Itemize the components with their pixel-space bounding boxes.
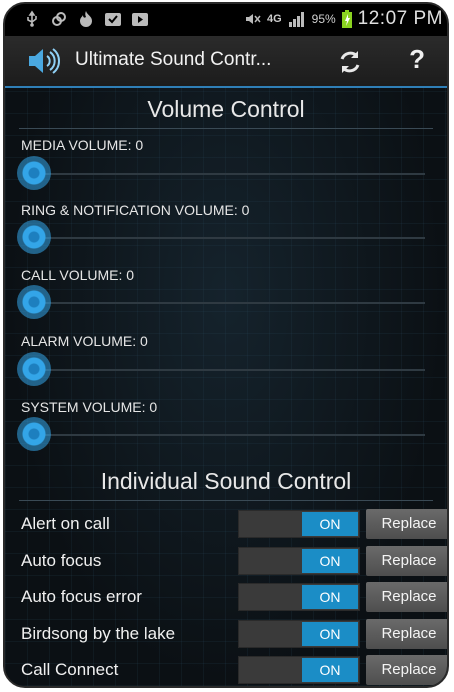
section-divider — [19, 128, 433, 129]
toggle-on-label: ON — [302, 658, 358, 682]
refresh-icon[interactable] — [335, 47, 365, 77]
notification-icons — [23, 10, 149, 28]
ring-volume-track[interactable] — [23, 237, 425, 239]
ring-volume-thumb[interactable] — [17, 220, 51, 254]
sound-name: Alert on call — [21, 514, 110, 533]
individual-sound-header: Individual Sound Control — [100, 468, 352, 494]
mute-icon — [245, 14, 261, 24]
alarm-volume-thumb[interactable] — [17, 352, 51, 386]
sound-toggle[interactable]: ON — [238, 656, 360, 684]
phone-screen: 4G 95% 12:07 PM Ultimate Sound Contr... … — [3, 2, 449, 688]
checkbox-app-icon — [105, 13, 121, 26]
signal-icon — [288, 12, 304, 27]
sound-name: Call Connect — [21, 660, 119, 679]
sound-name: Auto focus — [21, 551, 102, 570]
replace-button[interactable]: Replace — [366, 619, 447, 649]
sound-toggle[interactable]: ON — [238, 583, 360, 611]
system-volume-track[interactable] — [23, 434, 425, 436]
section-divider — [19, 500, 433, 501]
alarm-volume-label: ALARM VOLUME: 0 — [21, 333, 148, 349]
network-type: 4G — [266, 13, 282, 25]
sound-toggle[interactable]: ON — [238, 510, 360, 538]
toggle-on-label: ON — [302, 585, 358, 609]
battery-icon — [341, 10, 352, 28]
volume-control-header: Volume Control — [147, 96, 305, 122]
speaker-app-icon — [29, 48, 60, 74]
sound-toggle[interactable]: ON — [238, 547, 360, 575]
call-volume-thumb[interactable] — [17, 285, 51, 319]
toggle-on-label: ON — [302, 512, 358, 536]
sound-name: Birdsong by the lake — [21, 624, 176, 643]
system-volume-thumb[interactable] — [17, 417, 51, 451]
system-status: 4G 95% 12:07 PM — [245, 8, 443, 30]
list-item: Alert on call ON Replace — [5, 509, 447, 539]
list-item: Birdsong by the lake ON Replace — [5, 619, 447, 649]
replace-button[interactable]: Replace — [366, 546, 447, 576]
list-item: Auto focus ON Replace — [5, 546, 447, 576]
battery-percent: 95% — [311, 12, 336, 26]
media-volume-label: MEDIA VOLUME: 0 — [21, 137, 144, 153]
replace-button[interactable]: Replace — [366, 509, 447, 539]
toggle-on-label: ON — [302, 622, 358, 646]
replace-button[interactable]: Replace — [366, 655, 447, 685]
call-volume-label: CALL VOLUME: 0 — [21, 267, 135, 283]
replace-button[interactable]: Replace — [366, 582, 447, 612]
list-item: Auto focus error ON Replace — [5, 582, 447, 612]
action-bar: Ultimate Sound Contr... ? — [5, 36, 447, 88]
clock: 12:07 PM — [357, 8, 443, 29]
sound-name: Auto focus error — [21, 587, 142, 606]
app-title: Ultimate Sound Contr... — [75, 49, 272, 70]
media-volume-thumb[interactable] — [17, 156, 51, 190]
help-icon[interactable]: ? — [409, 44, 425, 75]
alarm-volume-track[interactable] — [23, 369, 425, 371]
system-volume-label: SYSTEM VOLUME: 0 — [21, 399, 158, 415]
call-volume-track[interactable] — [23, 302, 425, 304]
main-content: Volume Control MEDIA VOLUME: 0 RING & NO… — [5, 88, 447, 686]
fire-app-icon — [80, 11, 92, 27]
ring-volume-label: RING & NOTIFICATION VOLUME: 0 — [21, 202, 250, 218]
list-item: Call Connect ON Replace — [5, 655, 447, 685]
sound-toggle[interactable]: ON — [238, 620, 360, 648]
usb-icon — [27, 10, 37, 27]
toggle-on-label: ON — [302, 549, 358, 573]
media-app-icon — [132, 13, 148, 26]
link-icon — [52, 12, 66, 26]
status-bar: 4G 95% 12:07 PM — [5, 4, 447, 36]
media-volume-track[interactable] — [23, 173, 425, 175]
